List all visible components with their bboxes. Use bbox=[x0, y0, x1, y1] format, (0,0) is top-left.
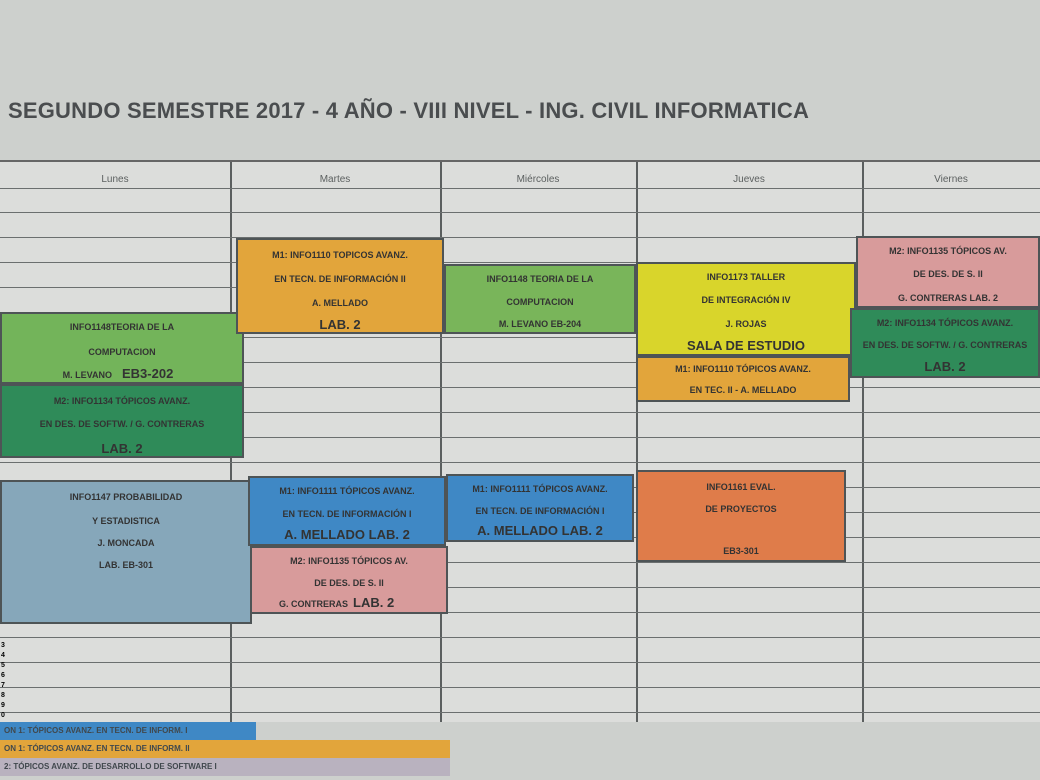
course-line: DE PROYECTOS bbox=[705, 504, 777, 514]
class-block-jueves-eval: INFO1161 EVAL. DE PROYECTOS EB3-301 bbox=[636, 470, 846, 562]
row-number: 5 bbox=[1, 662, 5, 669]
legend-item: 2: TÓPICOS AVANZ. DE DESARROLLO DE SOFTW… bbox=[0, 758, 450, 776]
class-block-lunes-probabilidad: INFO1147 PROBABILIDAD Y ESTADISTICA J. M… bbox=[0, 480, 252, 624]
room-label: LAB. 2 bbox=[353, 595, 395, 610]
course-line: G. CONTRERAS bbox=[278, 599, 348, 609]
course-line: INFO1148 TEORIA DE LA bbox=[486, 274, 594, 284]
class-block-viernes-topicos: M2: INFO1134 TÓPICOS AVANZ. EN DES. DE S… bbox=[850, 308, 1040, 378]
class-block-martes-m1: M1: INFO1110 TOPICOS AVANZ. EN TECN. DE … bbox=[236, 238, 444, 334]
course-line: COMPUTACION bbox=[506, 297, 574, 307]
room-label: EB3-202 bbox=[122, 366, 174, 381]
row-number: 0 bbox=[1, 712, 5, 719]
course-line: EN TECN. DE INFORMACIÓN II bbox=[274, 274, 406, 284]
class-block-miercoles-teoria: INFO1148 TEORIA DE LA COMPUTACION M. LEV… bbox=[444, 264, 636, 334]
course-line: COMPUTACION bbox=[88, 347, 156, 357]
class-block-martes-m2: M2: INFO1135 TÓPICOS AV. DE DES. DE S. I… bbox=[250, 546, 448, 614]
row-number: 6 bbox=[1, 672, 5, 679]
day-label-miercoles: Miércoles bbox=[516, 174, 560, 185]
class-block-jueves-taller: INFO1173 TALLER DE INTEGRACIÓN IV J. ROJ… bbox=[636, 262, 856, 356]
course-line: DE DES. DE S. II bbox=[314, 578, 384, 588]
class-block-lunes-topicos: M2: INFO1134 TÓPICOS AVANZ. EN DES. DE S… bbox=[0, 384, 244, 458]
legend-item: ON 1: TÓPICOS AVANZ. EN TECN. DE INFORM.… bbox=[0, 722, 256, 740]
row-numbers: 3 4 5 6 7 8 9 0 bbox=[0, 642, 12, 722]
course-line: M2: INFO1135 TÓPICOS AV. bbox=[290, 556, 408, 566]
course-line: M2: INFO1135 TÓPICOS AV. bbox=[889, 246, 1007, 256]
course-line: INFO1161 EVAL. bbox=[706, 482, 776, 492]
day-label-viernes: Viernes bbox=[934, 174, 968, 185]
course-line: Y ESTADISTICA bbox=[92, 516, 160, 526]
room-label: A. MELLADO LAB. 2 bbox=[284, 527, 410, 542]
row-number: 7 bbox=[1, 682, 5, 689]
row-number: 4 bbox=[1, 652, 5, 659]
course-line: M. LEVANO bbox=[62, 370, 112, 380]
row-number: 8 bbox=[1, 692, 5, 699]
course-line: INFO1173 TALLER bbox=[706, 272, 786, 282]
room-label: LAB. 2 bbox=[319, 317, 361, 332]
day-label-lunes: Lunes bbox=[101, 174, 129, 185]
row-number: 3 bbox=[1, 642, 5, 649]
course-line: LAB. EB-301 bbox=[98, 560, 153, 570]
course-line: DE DES. DE S. II bbox=[913, 269, 983, 279]
course-line: M2: INFO1134 TÓPICOS AVANZ. bbox=[876, 318, 1014, 328]
course-line: EN DES. DE SOFTW. / G. CONTRERAS bbox=[862, 340, 1028, 350]
room-label: A. MELLADO LAB. 2 bbox=[477, 523, 603, 538]
day-label-jueves: Jueves bbox=[733, 174, 765, 185]
schedule-title: SEGUNDO SEMESTRE 2017 - 4 AÑO - VIII NIV… bbox=[8, 98, 810, 123]
room-label: SALA DE ESTUDIO bbox=[687, 338, 805, 353]
class-block-lunes-teoria: INFO1148TEORIA DE LA COMPUTACION M. LEVA… bbox=[0, 312, 244, 384]
course-line: M1: INFO1111 TÓPICOS AVANZ. bbox=[472, 484, 608, 494]
course-line: EN TECN. DE INFORMACIÓN I bbox=[475, 506, 605, 516]
course-line: J. ROJAS bbox=[725, 319, 767, 329]
legend-item: ON 1: TÓPICOS AVANZ. EN TECN. DE INFORM.… bbox=[0, 740, 450, 758]
class-block-viernes-m2: M2: INFO1135 TÓPICOS AV. DE DES. DE S. I… bbox=[856, 236, 1040, 308]
row-number: 9 bbox=[1, 702, 5, 709]
day-label-martes: Martes bbox=[319, 174, 351, 185]
course-line: INFO1148TEORIA DE LA bbox=[69, 322, 175, 332]
course-line: M1: INFO1110 TOPICOS AVANZ. bbox=[272, 250, 408, 260]
course-line: M1: INFO1110 TÓPICOS AVANZ. bbox=[675, 364, 811, 374]
course-line: M. LEVANO EB-204 bbox=[498, 319, 582, 329]
course-line: DE INTEGRACIÓN IV bbox=[701, 295, 791, 305]
course-line: A. MELLADO bbox=[312, 298, 368, 308]
course-line: EN TECN. DE INFORMACIÓN I bbox=[282, 509, 412, 519]
course-line: J. MONCADA bbox=[97, 538, 155, 548]
course-line: M1: INFO1111 TÓPICOS AVANZ. bbox=[279, 486, 415, 496]
room-label: LAB. 2 bbox=[924, 359, 966, 374]
course-line: M2: INFO1134 TÓPICOS AVANZ. bbox=[53, 396, 191, 406]
course-line: EN DES. DE SOFTW. / G. CONTRERAS bbox=[39, 419, 205, 429]
course-line: G. CONTRERAS LAB. 2 bbox=[897, 293, 998, 303]
room-label: LAB. 2 bbox=[101, 441, 143, 456]
course-line: EN TEC. II - A. MELLADO bbox=[689, 385, 797, 395]
course-line: INFO1147 PROBABILIDAD bbox=[69, 492, 183, 502]
class-block-jueves-m1: M1: INFO1110 TÓPICOS AVANZ. EN TEC. II -… bbox=[636, 356, 850, 402]
course-line: EB3-301 bbox=[723, 546, 759, 556]
class-block-martes-info1111: M1: INFO1111 TÓPICOS AVANZ. EN TECN. DE … bbox=[248, 476, 446, 546]
class-block-miercoles-info1111: M1: INFO1111 TÓPICOS AVANZ. EN TECN. DE … bbox=[446, 474, 634, 542]
